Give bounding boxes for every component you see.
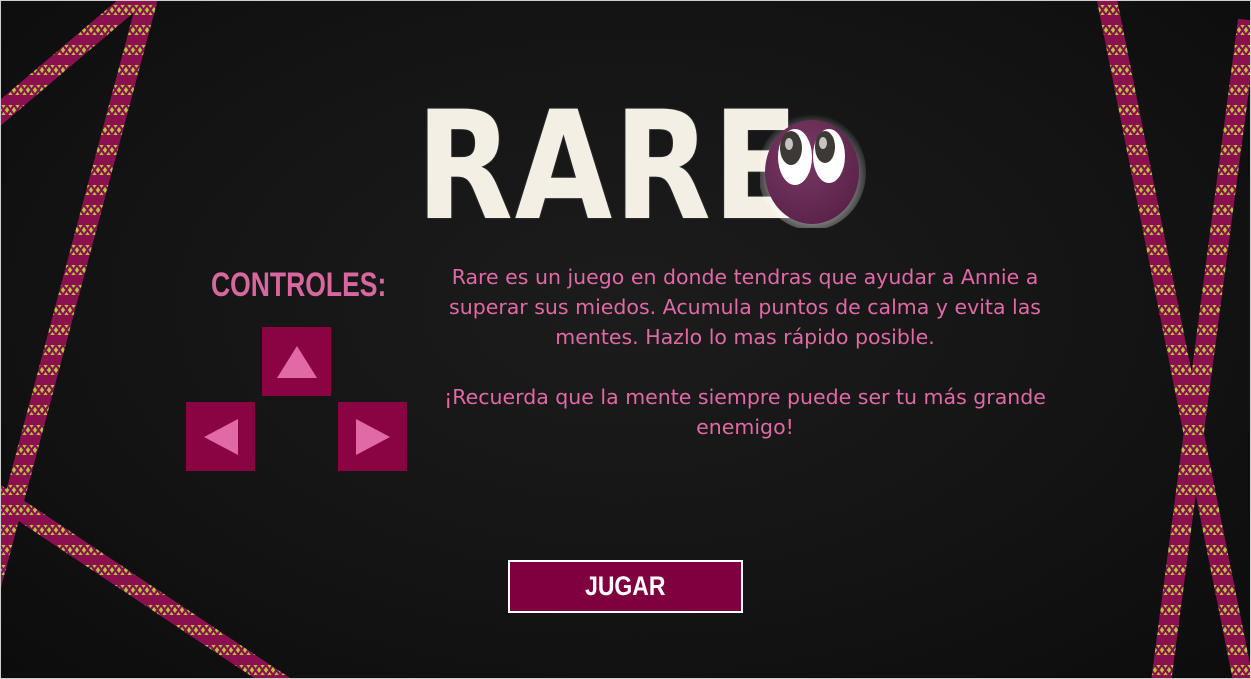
play-button[interactable]: JUGAR <box>508 560 743 613</box>
arrow-left-key <box>186 402 255 471</box>
purple-egg-eyes-icon <box>758 110 870 232</box>
game-logo-title: RARE <box>416 80 801 254</box>
play-button-label: JUGAR <box>585 571 666 601</box>
tape-left-bottom <box>0 484 292 679</box>
arrow-left-icon <box>203 418 238 455</box>
description-reminder: ¡Recuerda que la mente siempre puede ser… <box>444 385 1046 439</box>
arrow-up-icon <box>276 345 317 378</box>
controls-title: CONTROLES: <box>211 266 387 304</box>
game-description: Rare es un juego en donde tendras que ay… <box>418 262 1072 442</box>
arrow-right-key <box>338 402 407 471</box>
arrow-right-icon <box>355 418 390 455</box>
arrow-up-key <box>262 327 331 396</box>
description-intro: Rare es un juego en donde tendras que ay… <box>449 265 1041 349</box>
